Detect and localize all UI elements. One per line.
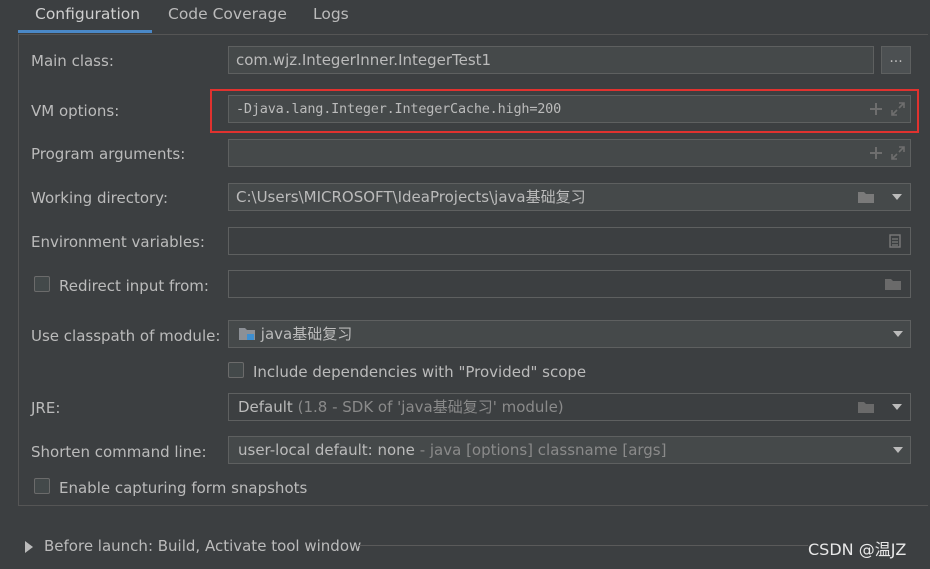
jre-label: JRE: [31,399,61,417]
before-launch-divider [358,545,808,546]
chevron-down-icon[interactable] [885,321,910,347]
folder-icon[interactable] [853,394,879,420]
working-directory-label: Working directory: [31,189,169,207]
vm-options-highlight [210,89,919,133]
document-icon[interactable] [882,228,908,254]
capture-snapshots-label: Enable capturing form snapshots [59,479,308,497]
classpath-module-select[interactable]: java基础复习 [228,320,911,348]
module-folder-icon [239,328,255,340]
expand-icon[interactable] [885,140,910,166]
jre-hint: (1.8 - SDK of 'java基础复习' module) [297,398,564,416]
program-arguments-label: Program arguments: [31,145,186,163]
redirect-input-label: Redirect input from: [59,277,209,295]
redirect-input-checkbox[interactable] [34,276,50,292]
tab-code-coverage[interactable]: Code Coverage [151,0,304,34]
capture-snapshots-checkbox[interactable] [34,478,50,494]
working-directory-value: C:\Users\MICROSOFT\IdeaProjects\java基础复习 [236,188,586,206]
active-tab-indicator [18,30,152,33]
classpath-module-label: Use classpath of module: [31,327,221,345]
redirect-input-field[interactable] [228,270,911,298]
shorten-command-line-hint: - java [options] classname [args] [419,441,667,459]
before-launch-expand-icon[interactable] [25,539,33,557]
program-arguments-input[interactable] [228,139,911,167]
tab-logs[interactable]: Logs [296,0,366,34]
shorten-command-line-label: Shorten command line: [31,443,207,461]
browse-main-class-button[interactable]: ... [881,46,911,74]
chevron-down-icon[interactable] [885,437,910,463]
working-directory-dropdown[interactable] [883,183,911,211]
environment-variables-input[interactable] [228,227,911,255]
vm-options-label: VM options: [31,102,120,120]
main-class-input[interactable]: com.wjz.IntegerInner.IntegerTest1 [228,46,874,74]
folder-icon[interactable] [880,271,906,297]
shorten-command-line-select[interactable]: user-local default: none - java [options… [228,436,911,464]
include-provided-checkbox[interactable] [228,362,244,378]
main-class-label: Main class: [31,52,114,70]
watermark: CSDN @温JZ [808,540,907,559]
jre-dropdown[interactable] [883,393,911,421]
classpath-module-value: java基础复习 [260,325,353,343]
shorten-command-line-value: user-local default: none [238,441,415,459]
chevron-down-icon [891,404,902,410]
environment-variables-label: Environment variables: [31,233,205,251]
before-launch-section[interactable]: Before launch: Build, Activate tool wind… [44,537,361,555]
working-directory-input[interactable]: C:\Users\MICROSOFT\IdeaProjects\java基础复习 [228,183,884,211]
jre-input[interactable]: Default (1.8 - SDK of 'java基础复习' module) [228,393,884,421]
chevron-down-icon [891,194,902,200]
tab-configuration[interactable]: Configuration [18,0,157,34]
include-provided-label: Include dependencies with "Provided" sco… [253,363,587,381]
jre-value: Default [238,398,293,416]
folder-icon[interactable] [853,184,879,210]
